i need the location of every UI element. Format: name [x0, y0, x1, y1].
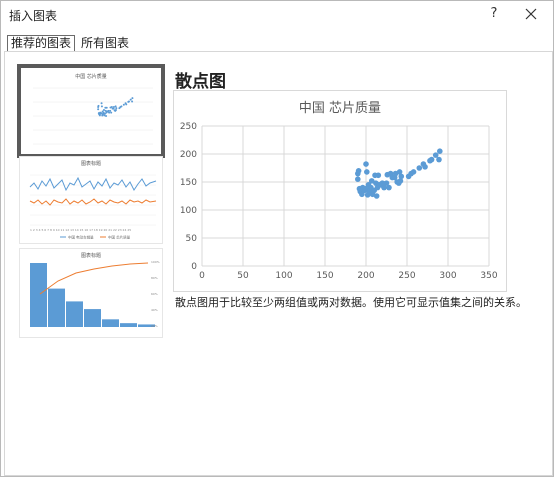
thumbnail-scatter-point [100, 112, 103, 115]
tab-all-charts[interactable]: 所有图表 [77, 35, 133, 52]
thumbnail-pareto-bar [30, 263, 47, 327]
scatter-point [375, 172, 382, 179]
scatter-point [437, 148, 443, 154]
thumbnail-scatter-point [102, 108, 105, 111]
chart-thumbnail-list: 中国 芯片质量 图表标题 1 2 3 4 5 6 7 8 9 10 11 12 … [17, 64, 165, 344]
y-tick-label: 100 [180, 206, 197, 216]
x-tick-label: 250 [398, 271, 415, 281]
thumbnail-scatter-point [107, 109, 110, 112]
thumbnail-line-svg: 图表标题 1 2 3 4 5 6 7 8 9 10 11 12 13 14 15… [29, 160, 157, 240]
thumbnail-scatter-point [122, 103, 125, 106]
thumbnail-scatter-point [97, 104, 100, 107]
thumbnail-scatter-point [97, 108, 100, 111]
svg-text:1 2 3 4 5 6 7 8 9 10 11 12 13: 1 2 3 4 5 6 7 8 9 10 11 12 13 14 15 16 1… [30, 228, 131, 232]
thumbnail-pareto-bar [102, 319, 119, 327]
tab-content-panel: 中国 芯片质量 图表标题 1 2 3 4 5 6 7 8 9 10 11 12 … [4, 51, 553, 476]
thumbnail-scatter-point [114, 105, 117, 108]
thumbnail-scatter-svg: 中国 芯片质量 [33, 73, 153, 145]
scatter-plot: 0 50 100 150 200 250 0 50 100 150 200 250 300 350 [180, 122, 498, 281]
insert-chart-dialog: 插入图表 ? 推荐的图表 所有图表 中国 芯片质量 图表标题 1 2 3 4 5… [0, 0, 554, 477]
thumbnail-scatter-point [105, 115, 108, 117]
thumbnail-scatter-point [108, 111, 111, 114]
thumbnail-scatter-point [105, 106, 108, 109]
close-button[interactable] [519, 4, 543, 24]
thumbnail-line-series-1 [29, 176, 157, 192]
thumbnail-scatter-point [109, 109, 112, 112]
scatter-point [373, 193, 380, 199]
scatter-point [364, 169, 370, 175]
thumbnail-scatter-point [131, 97, 134, 100]
svg-text:20%: 20% [151, 324, 158, 328]
chart-preview: 中国 芯片质量 0 50 100 150 200 250 0 50 100 150 200 250 3… [173, 90, 507, 292]
scatter-point [355, 176, 361, 182]
y-tick-label: 50 [186, 234, 198, 244]
title-bar: 插入图表 ? [1, 1, 553, 29]
thumbnail-scatter-point [128, 100, 130, 103]
thumbnail-line-series-2 [29, 198, 157, 206]
thumbnail-line-legend-2: 中国 芯片质量 [108, 235, 131, 240]
svg-text:80%: 80% [151, 276, 158, 280]
tab-recommended-charts[interactable]: 推荐的图表 [7, 35, 76, 52]
thumbnail-scatter-point [114, 108, 117, 111]
scatter-point [432, 152, 439, 158]
scatter-point [436, 156, 442, 163]
svg-text:100%: 100% [151, 260, 160, 264]
scatter-point [355, 168, 362, 174]
thumbnail-line-title: 图表标题 [81, 160, 101, 167]
x-tick-label: 350 [480, 271, 497, 281]
svg-text:40%: 40% [151, 308, 158, 312]
scatter-point [416, 165, 423, 171]
close-icon [525, 8, 537, 20]
thumbnail-pareto-title: 图表标题 [81, 252, 101, 259]
thumbnail-scatter-title: 中国 芯片质量 [75, 73, 107, 80]
x-tick-label: 0 [199, 271, 205, 281]
tab-strip: 推荐的图表 所有图表 [7, 35, 135, 52]
scatter-point [398, 173, 405, 180]
scatter-point [422, 164, 428, 170]
scatter-point [363, 161, 369, 167]
thumbnail-pareto-bar [120, 323, 137, 327]
thumbnail-scatter-chart[interactable]: 中国 芯片质量 [17, 64, 165, 158]
thumbnail-scatter-point [129, 98, 132, 101]
scatter-point [428, 156, 435, 163]
thumbnail-line-chart[interactable]: 图表标题 1 2 3 4 5 6 7 8 9 10 11 12 13 14 15… [19, 156, 163, 244]
help-button[interactable]: ? [484, 4, 504, 24]
svg-text:60%: 60% [151, 292, 158, 296]
chart-description: 散点图用于比较至少两组值或两对数据。使用它可显示值集之间的关系。 [175, 296, 527, 309]
x-tick-label: 100 [275, 271, 292, 281]
y-tick-label: 250 [180, 122, 197, 132]
thumbnail-scatter-point [100, 102, 103, 105]
scatter-point [410, 169, 417, 175]
thumbnail-scatter-point [131, 100, 134, 103]
dialog-title: 插入图表 [9, 9, 58, 23]
thumbnail-scatter-point [100, 105, 103, 108]
x-tick-label: 50 [237, 271, 249, 281]
x-tick-label: 300 [439, 271, 456, 281]
x-tick-label: 150 [316, 271, 333, 281]
thumbnail-scatter-point [120, 105, 123, 108]
thumbnail-pareto-bar [48, 288, 65, 327]
y-tick-label: 150 [180, 178, 197, 188]
thumbnail-scatter-point [125, 103, 128, 106]
thumbnail-pareto-bar [66, 301, 83, 327]
x-tick-label: 200 [357, 271, 374, 281]
thumbnail-scatter-point [115, 107, 118, 110]
chart-type-heading: 散点图 [175, 72, 226, 92]
y-tick-label: 0 [191, 262, 197, 272]
thumbnail-pareto-bar [84, 309, 101, 327]
y-tick-label: 200 [180, 150, 197, 160]
thumbnail-line-legend-1: 中国 电动车销量 [68, 235, 94, 240]
scatter-point [386, 184, 392, 191]
thumbnail-scatter-point [110, 111, 113, 114]
thumbnail-scatter-point [112, 106, 115, 109]
thumbnail-pareto-chart[interactable]: 图表标题 100% 80% 60% 40% 20% [19, 248, 163, 338]
thumbnail-pareto-svg: 图表标题 100% 80% 60% 40% 20% [30, 252, 160, 328]
